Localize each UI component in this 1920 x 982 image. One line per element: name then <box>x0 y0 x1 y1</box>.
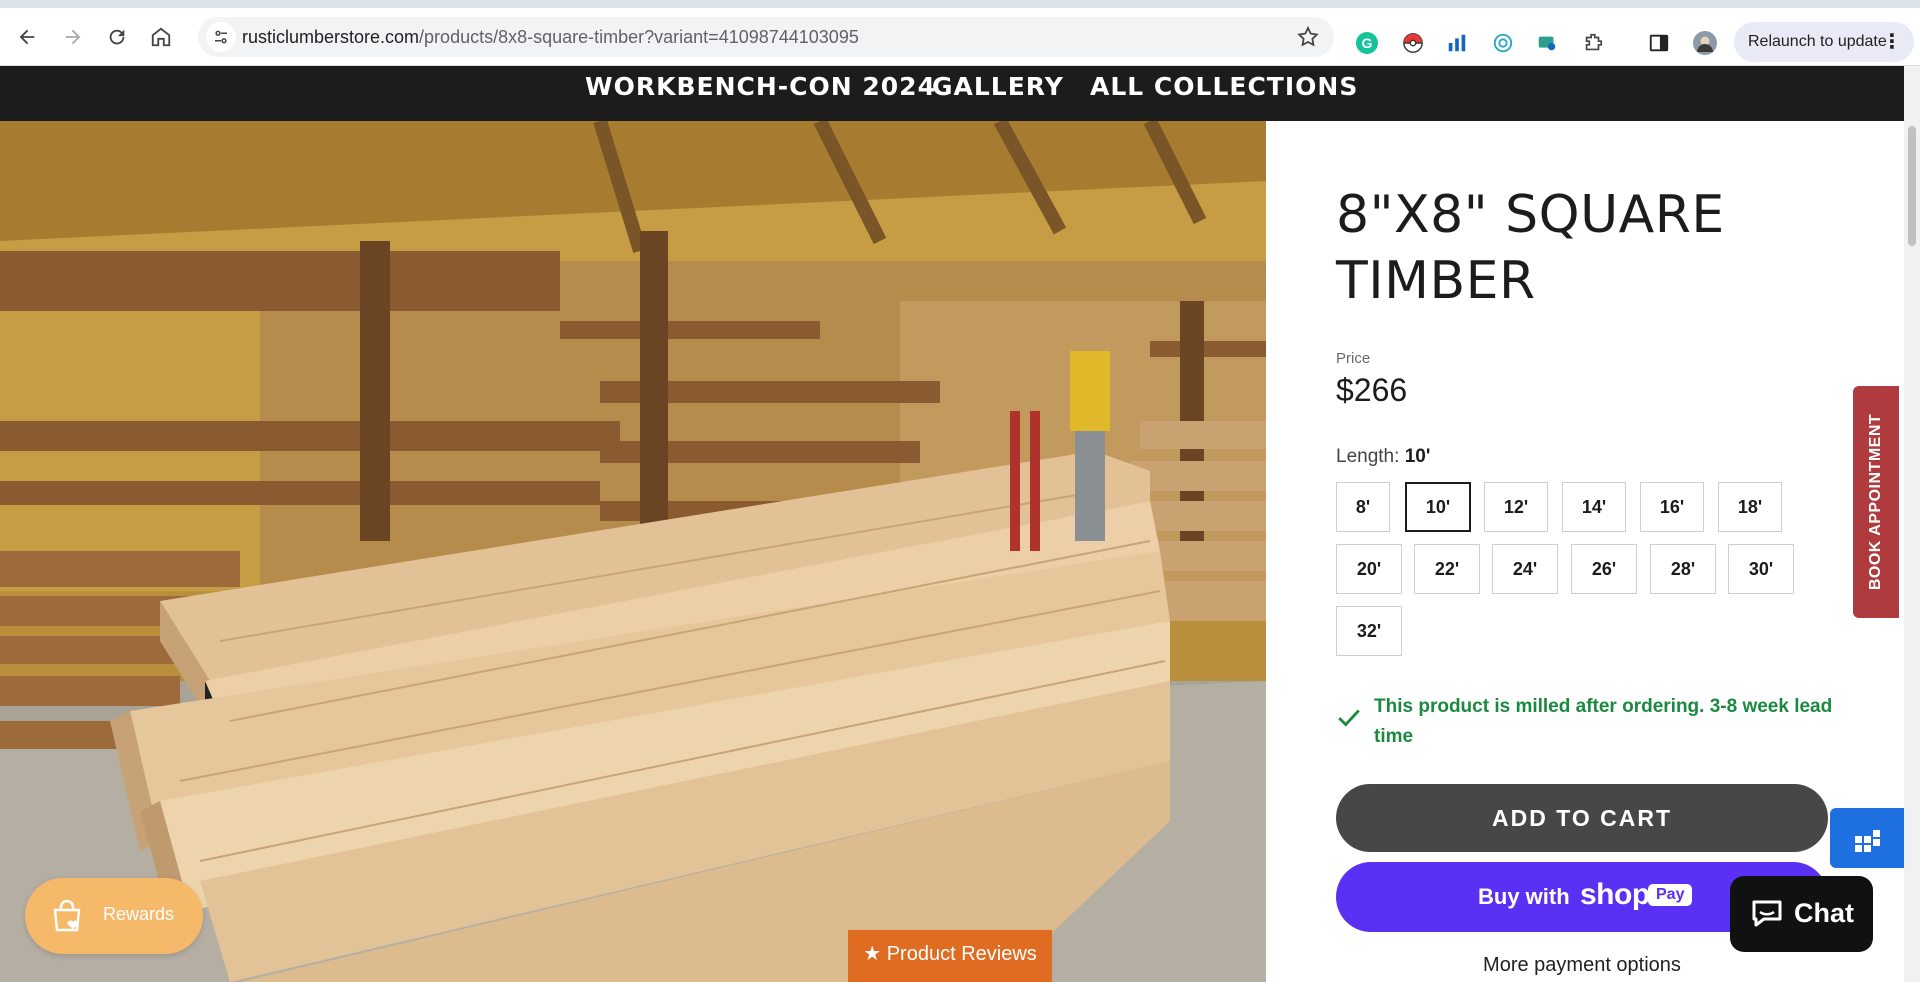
home-button[interactable] <box>144 20 178 54</box>
browser-toolbar: rusticlumberstore.com/products/8x8-squar… <box>0 8 1920 66</box>
forward-arrow-icon <box>65 29 81 45</box>
length-option-18[interactable]: 18' <box>1718 482 1782 532</box>
length-option-20[interactable]: 20' <box>1336 544 1402 594</box>
shopping-bag-heart-icon <box>53 899 81 932</box>
length-option-16[interactable]: 16' <box>1640 482 1704 532</box>
book-appointment-tab[interactable]: BOOK APPOINTMENT <box>1853 386 1899 618</box>
grid-chart-icon <box>1855 830 1880 852</box>
more-menu-icon[interactable]: ⋮ <box>1882 22 1902 62</box>
shop-logo: shop <box>1580 878 1650 911</box>
length-option-8[interactable]: 8' <box>1336 482 1390 532</box>
profile-avatar-icon[interactable] <box>1692 30 1718 56</box>
length-option-26[interactable]: 26' <box>1571 544 1637 594</box>
relaunch-to-update-button[interactable]: Relaunch to update ⋮ <box>1734 22 1914 62</box>
chat-bubble-icon <box>1752 900 1782 927</box>
back-button[interactable] <box>10 20 44 54</box>
length-option-22[interactable]: 22' <box>1414 544 1480 594</box>
reload-button[interactable] <box>100 20 134 54</box>
rewards-button[interactable]: Rewards <box>25 878 203 954</box>
checkmark-icon <box>1338 709 1360 727</box>
price-label: Price <box>1336 350 1371 367</box>
svg-text:G: G <box>1362 35 1373 51</box>
length-option-12[interactable]: 12' <box>1484 482 1548 532</box>
nav-link-workbench-con[interactable]: WORKBENCH-CON 2024 <box>585 72 936 101</box>
lead-time-text: This product is milled after ordering. 3… <box>1374 696 1833 747</box>
url-host: rusticlumberstore.com <box>242 27 420 47</box>
chat-label: Chat <box>1794 898 1854 928</box>
bookmark-star-icon[interactable] <box>1296 25 1320 49</box>
shop-pay-badge: Pay <box>1648 884 1693 906</box>
length-option-14[interactable]: 14' <box>1562 482 1626 532</box>
more-payment-options-link[interactable]: More payment options <box>1336 954 1828 977</box>
buy-with-label: Buy with <box>1478 884 1570 909</box>
length-selected-value: 10' <box>1404 446 1431 467</box>
product-price: $266 <box>1336 372 1408 408</box>
length-option-28[interactable]: 28' <box>1650 544 1716 594</box>
site-info-icon[interactable] <box>206 22 236 52</box>
length-option-32[interactable]: 32' <box>1336 606 1402 656</box>
length-option-24[interactable]: 24' <box>1492 544 1558 594</box>
address-bar[interactable]: rusticlumberstore.com/products/8x8-squar… <box>198 17 1334 57</box>
accessibility-widget-button[interactable] <box>1830 808 1904 868</box>
grammarly-extension-icon[interactable]: G <box>1354 30 1380 56</box>
url-path: /products/8x8-square-timber?variant=4109… <box>419 27 859 47</box>
nav-link-all-collections[interactable]: ALL COLLECTIONS <box>1090 72 1358 101</box>
book-appointment-label: BOOK APPOINTMENT <box>1867 413 1884 591</box>
page-scrollbar[interactable] <box>1904 66 1920 982</box>
ai-extension-icon[interactable] <box>1490 30 1516 56</box>
product-image[interactable] <box>0 121 1266 982</box>
site-navigation: WORKBENCH-CON 2024 GALLERY ALL COLLECTIO… <box>0 66 1904 121</box>
back-arrow-icon <box>19 29 35 45</box>
relaunch-label: Relaunch to update <box>1748 33 1887 50</box>
rewards-label: Rewards <box>103 904 175 924</box>
url-text[interactable]: rusticlumberstore.com/products/8x8-squar… <box>242 17 859 57</box>
length-option-10[interactable]: 10' <box>1405 482 1471 532</box>
length-label: Length: 10' <box>1336 446 1430 468</box>
product-title: 8"X8" SQUARE TIMBER <box>1336 185 1725 311</box>
reload-icon <box>109 29 125 45</box>
nav-link-gallery[interactable]: GALLERY <box>932 72 1064 101</box>
forward-button[interactable] <box>56 20 90 54</box>
home-icon <box>151 27 171 47</box>
chat-button[interactable]: Chat <box>1730 876 1873 952</box>
page-viewport: WORKBENCH-CON 2024 GALLERY ALL COLLECTIO… <box>0 66 1904 982</box>
tab-strip <box>0 0 1920 8</box>
scrollbar-thumb[interactable] <box>1908 126 1916 246</box>
extensions-puzzle-icon[interactable] <box>1580 30 1606 56</box>
analytics-extension-icon[interactable] <box>1444 30 1470 56</box>
pokeball-extension-icon[interactable] <box>1400 30 1426 56</box>
add-to-cart-button[interactable]: ADD TO CART <box>1336 784 1828 852</box>
side-panel-icon[interactable] <box>1646 30 1672 56</box>
length-option-30[interactable]: 30' <box>1728 544 1794 594</box>
length-label-text: Length: <box>1336 446 1400 467</box>
screenshot-extension-icon[interactable] <box>1534 30 1560 56</box>
product-reviews-tab[interactable]: ★ Product Reviews <box>848 930 1052 982</box>
